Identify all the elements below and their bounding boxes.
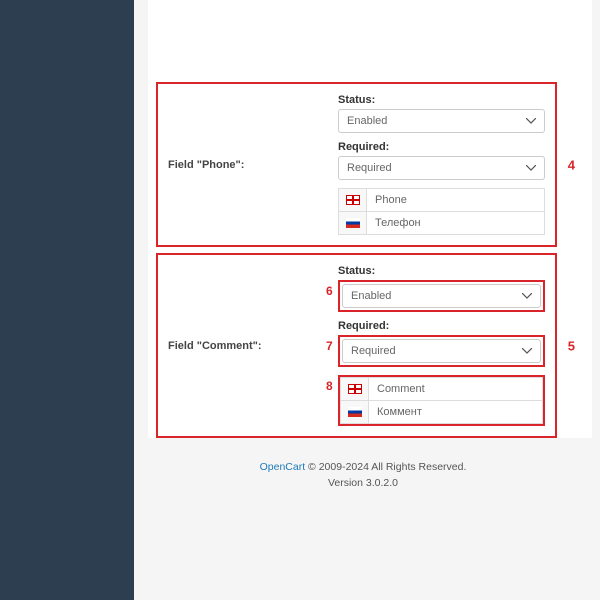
field-phone-section: 4 Field "Phone": Status: Enabled Require… xyxy=(156,82,557,247)
translation-input-ru[interactable] xyxy=(369,401,542,423)
footer: OpenCart © 2009-2024 All Rights Reserved… xyxy=(134,460,592,492)
translation-input-ru[interactable] xyxy=(367,212,544,234)
flag-ru-icon xyxy=(346,218,360,228)
required-label: Required: xyxy=(338,320,545,332)
required-select[interactable]: Required xyxy=(342,339,541,363)
annotation-6: 6 xyxy=(326,284,333,298)
field-comment-section: 5 Field "Comment": Status: 6 Enabled Req xyxy=(156,253,557,438)
translation-input-en[interactable] xyxy=(367,189,544,211)
status-label: Status: xyxy=(338,94,545,106)
opencart-link[interactable]: OpenCart xyxy=(260,461,306,473)
required-select[interactable]: Required xyxy=(338,156,545,180)
flag-en-icon xyxy=(348,384,362,394)
annotation-5: 5 xyxy=(568,338,575,353)
annotation-box-7: 7 Required xyxy=(338,335,545,367)
translation-row-en xyxy=(338,188,545,212)
annotation-8: 8 xyxy=(326,379,333,393)
status-label: Status: xyxy=(338,265,545,277)
translation-row-en xyxy=(340,377,543,401)
annotation-box-6: 6 Enabled xyxy=(338,280,545,312)
flag-ru-icon xyxy=(348,407,362,417)
field-phone-label: Field "Phone": xyxy=(168,94,338,235)
version-text: Version 3.0.2.0 xyxy=(134,476,592,492)
main-content: 4 Field "Phone": Status: Enabled Require… xyxy=(134,0,600,600)
status-select[interactable]: Enabled xyxy=(338,109,545,133)
annotation-box-8: 8 xyxy=(338,375,545,426)
flag-en-icon xyxy=(346,195,360,205)
translation-row-ru xyxy=(340,401,543,424)
admin-sidebar xyxy=(0,0,134,600)
required-label: Required: xyxy=(338,141,545,153)
field-comment-label: Field "Comment": xyxy=(168,265,338,426)
annotation-7: 7 xyxy=(326,339,333,353)
annotation-4: 4 xyxy=(568,157,575,172)
copyright-text: © 2009-2024 All Rights Reserved. xyxy=(305,461,466,473)
translation-row-ru xyxy=(338,212,545,235)
translation-input-en[interactable] xyxy=(369,378,542,400)
status-select[interactable]: Enabled xyxy=(342,284,541,308)
